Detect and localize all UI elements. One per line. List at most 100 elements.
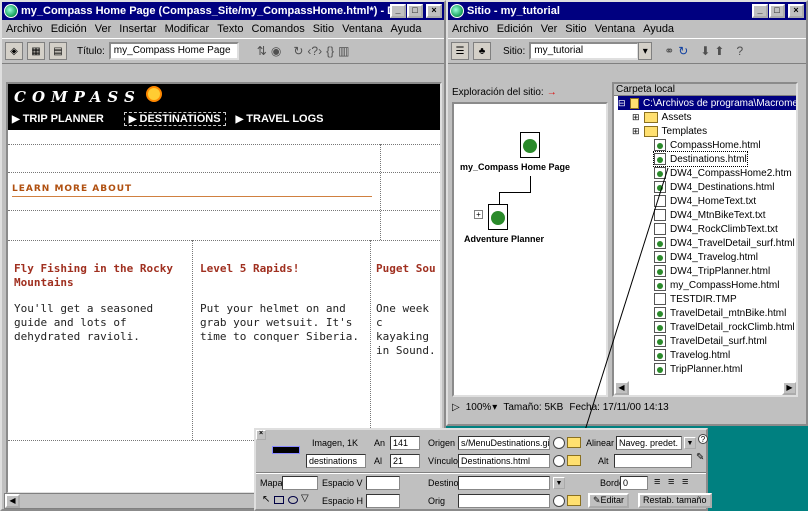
root-folder[interactable]: ⊟ C:\Archivos de programa\Macrome bbox=[618, 96, 796, 110]
file-row[interactable]: CompassHome.html bbox=[654, 138, 761, 152]
vspace-field[interactable] bbox=[366, 476, 400, 490]
file-row[interactable]: DW4_HomeText.txt bbox=[654, 194, 756, 208]
scroll-left-icon[interactable]: ◀ bbox=[5, 494, 20, 508]
menu-ventana[interactable]: Ventana bbox=[342, 23, 382, 35]
hspace-field[interactable] bbox=[366, 494, 400, 508]
file-row[interactable]: DW4_Destinations.html bbox=[654, 180, 774, 194]
close-panel-icon[interactable]: × bbox=[256, 430, 266, 440]
panel-toggle-icon[interactable]: ▷ bbox=[452, 402, 460, 413]
zoom-level[interactable]: 100% bbox=[466, 402, 492, 413]
menu-archivo[interactable]: Archivo bbox=[452, 23, 489, 35]
menu-ver[interactable]: Ver bbox=[95, 23, 112, 35]
expand-icon[interactable]: ⊞ bbox=[632, 112, 640, 123]
reference-icon[interactable]: ‹?› bbox=[307, 44, 322, 58]
reset-size-button[interactable]: Restab. tamaño bbox=[638, 493, 712, 508]
menu-ver[interactable]: Ver bbox=[541, 23, 558, 35]
menu-edicion[interactable]: Edición bbox=[51, 23, 87, 35]
align-right-icon[interactable]: ≡ bbox=[682, 476, 688, 488]
file-row[interactable]: TESTDIR.TMP bbox=[654, 292, 737, 306]
menu-ayuda[interactable]: Ayuda bbox=[643, 23, 674, 35]
child-page-icon[interactable] bbox=[488, 204, 508, 230]
design-view-icon[interactable]: ◈ bbox=[5, 42, 23, 60]
local-folder-pane[interactable]: Carpeta local ⊟ C:\Archivos de programa\… bbox=[612, 82, 798, 397]
help-icon[interactable]: ? bbox=[698, 434, 708, 444]
maximize-button[interactable]: □ bbox=[407, 4, 423, 18]
file-row[interactable]: DW4_Travelog.html bbox=[654, 250, 758, 264]
close-button[interactable]: × bbox=[426, 4, 442, 18]
browse-folder-icon[interactable] bbox=[567, 495, 581, 506]
browse-folder-icon[interactable] bbox=[567, 455, 581, 466]
file-row[interactable]: ⊞ Templates bbox=[632, 124, 707, 138]
site-files-icon[interactable]: ☰ bbox=[451, 42, 469, 60]
view-options-icon[interactable]: ▥ bbox=[338, 44, 349, 58]
menu-edicion[interactable]: Edición bbox=[497, 23, 533, 35]
edit-pencil-icon[interactable]: ✎ bbox=[696, 452, 704, 463]
file-row[interactable]: TravelDetail_surf.html bbox=[654, 334, 767, 348]
help-icon[interactable]: ? bbox=[736, 44, 743, 58]
src-field[interactable]: s/MenuDestinations.gif bbox=[458, 436, 550, 450]
edit-button[interactable]: ✎Editar bbox=[588, 493, 630, 508]
map-home-label[interactable]: my_Compass Home Page bbox=[460, 162, 570, 172]
height-field[interactable]: 21 bbox=[390, 454, 420, 468]
menu-comandos[interactable]: Comandos bbox=[252, 23, 305, 35]
menu-sitio[interactable]: Sitio bbox=[565, 23, 586, 35]
menu-ayuda[interactable]: Ayuda bbox=[390, 23, 421, 35]
maximize-button[interactable]: □ bbox=[769, 4, 785, 18]
point-to-file-icon[interactable] bbox=[553, 437, 565, 449]
site-map[interactable]: my_Compass Home Page + Adventure Planner bbox=[452, 102, 608, 397]
nav-destinations[interactable]: ▶ DESTINATIONS bbox=[123, 112, 226, 126]
chevron-down-icon[interactable]: ▼ bbox=[553, 477, 565, 489]
file-row[interactable]: Travelog.html bbox=[654, 348, 730, 362]
menu-ventana[interactable]: Ventana bbox=[595, 23, 635, 35]
preview-icon[interactable]: ◉ bbox=[271, 44, 281, 58]
browse-folder-icon[interactable] bbox=[567, 437, 581, 448]
file-row[interactable]: TripPlanner.html bbox=[654, 362, 742, 376]
alt-field[interactable] bbox=[614, 454, 692, 468]
site-select[interactable]: my_tutorial bbox=[529, 42, 640, 60]
minimize-button[interactable]: _ bbox=[390, 4, 406, 18]
expand-icon[interactable]: ⊞ bbox=[632, 126, 640, 137]
align-left-icon[interactable]: ≡ bbox=[654, 476, 660, 488]
file-row[interactable]: my_CompassHome.html bbox=[654, 278, 779, 292]
file-row[interactable]: DW4_TripPlanner.html bbox=[654, 264, 770, 278]
file-row[interactable]: TravelDetail_mtnBike.html bbox=[654, 306, 786, 320]
file-row[interactable]: DW4_RockClimbText.txt bbox=[654, 222, 778, 236]
refresh-icon[interactable]: ↻ bbox=[293, 44, 303, 58]
polygon-hotspot-icon[interactable]: ▽ bbox=[301, 493, 309, 504]
width-field[interactable]: 141 bbox=[390, 436, 420, 450]
home-page-icon[interactable] bbox=[520, 132, 540, 158]
map-field[interactable] bbox=[282, 476, 318, 490]
point-to-file-icon[interactable] bbox=[553, 455, 565, 467]
refresh-icon[interactable]: ↻ bbox=[678, 44, 688, 58]
get-files-icon[interactable]: ⬇ bbox=[700, 44, 710, 58]
nav-travel-logs[interactable]: ▶ TRAVEL LOGS bbox=[232, 113, 328, 125]
split-view-icon[interactable]: ▦ bbox=[27, 42, 45, 60]
file-row[interactable]: DW4_TravelDetail_surf.html bbox=[654, 236, 795, 250]
menu-modificar[interactable]: Modificar bbox=[165, 23, 210, 35]
oval-hotspot-icon[interactable] bbox=[288, 496, 298, 504]
menu-sitio[interactable]: Sitio bbox=[313, 23, 334, 35]
map-child-label[interactable]: Adventure Planner bbox=[464, 234, 544, 244]
code-nav-icon[interactable]: {} bbox=[326, 44, 334, 58]
target-select[interactable] bbox=[458, 476, 550, 490]
nav-trip-planner[interactable]: ▶ TRIP PLANNER bbox=[8, 113, 108, 125]
rect-hotspot-icon[interactable] bbox=[274, 496, 284, 504]
file-row[interactable]: TravelDetail_rockClimb.html bbox=[654, 320, 795, 334]
chevron-down-icon[interactable]: ▾ bbox=[638, 42, 653, 60]
file-row-selected[interactable]: Destinations.html bbox=[653, 151, 748, 167]
link-field[interactable]: Destinations.html bbox=[458, 454, 550, 468]
file-management-icon[interactable]: ⇅ bbox=[257, 44, 267, 58]
collapse-icon[interactable]: ⊟ bbox=[618, 98, 626, 109]
scroll-right-icon[interactable]: ▶ bbox=[782, 381, 796, 395]
title-input[interactable]: my_Compass Home Page bbox=[108, 42, 239, 60]
site-map-icon[interactable]: ♣ bbox=[473, 42, 491, 60]
document-titlebar[interactable]: my_Compass Home Page (Compass_Site/my_Co… bbox=[2, 2, 444, 20]
align-center-icon[interactable]: ≡ bbox=[668, 476, 674, 488]
code-view-icon[interactable]: ▤ bbox=[49, 42, 67, 60]
connect-icon[interactable]: ⚭ bbox=[664, 44, 674, 58]
file-row[interactable]: ⊞ Assets bbox=[632, 110, 692, 124]
file-row[interactable]: DW4_MtnBikeText.txt bbox=[654, 208, 766, 222]
site-titlebar[interactable]: Sitio - my_tutorial _ □ × bbox=[448, 2, 806, 20]
minimize-button[interactable]: _ bbox=[752, 4, 768, 18]
image-name-field[interactable]: destinations bbox=[306, 454, 366, 468]
